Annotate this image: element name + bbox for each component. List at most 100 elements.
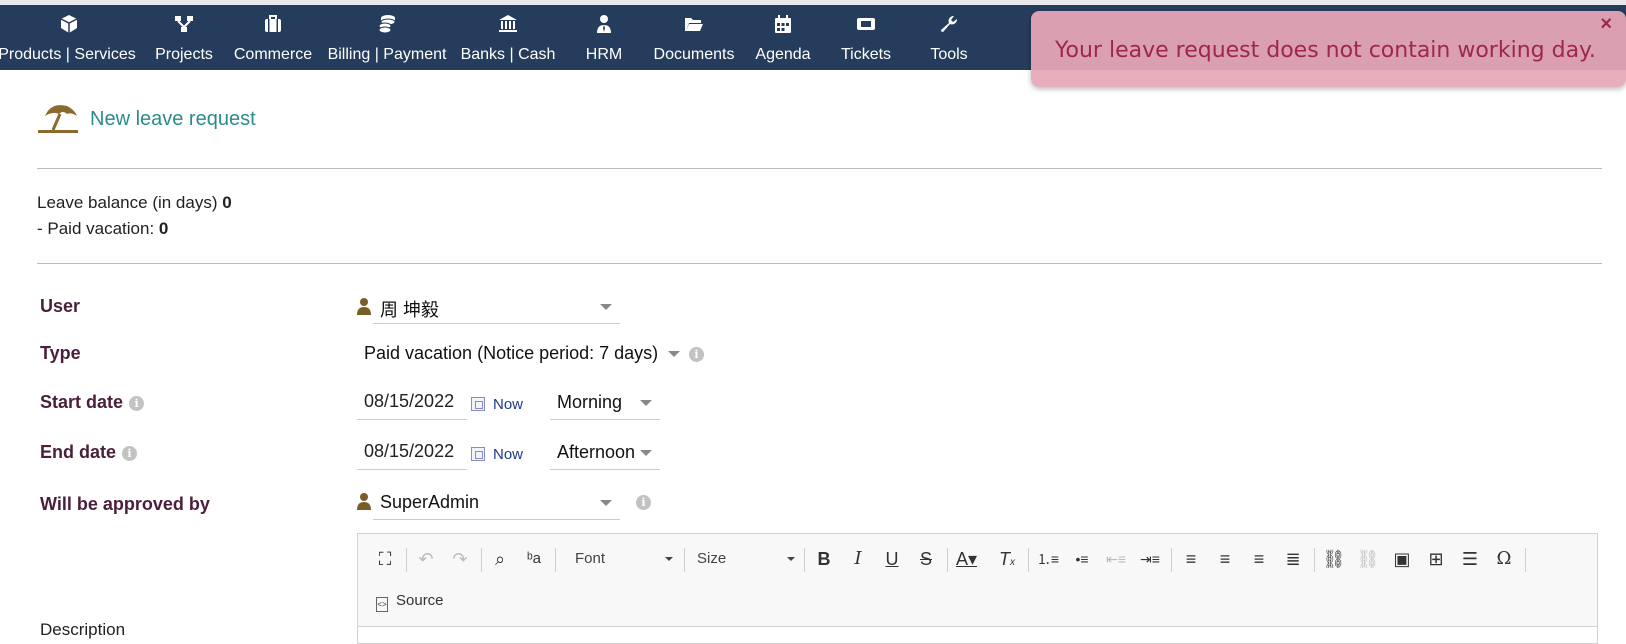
calendar-picker-icon[interactable] <box>471 397 485 411</box>
bank-icon <box>499 15 517 32</box>
nav-tools[interactable]: Tools <box>920 5 978 70</box>
start-date-label-text: Start date <box>40 392 124 412</box>
find-icon[interactable]: ⌕ <box>487 546 513 572</box>
nav-label: Commerce <box>233 46 313 63</box>
link-icon[interactable]: ⛓ <box>1321 546 1347 572</box>
source-label: Source <box>396 592 444 609</box>
info-icon: i <box>129 395 145 411</box>
replace-icon[interactable]: ᵇa <box>521 546 547 572</box>
remove-format-icon[interactable]: Tx <box>994 546 1020 572</box>
divider <box>37 168 1602 169</box>
nav-billing-payment[interactable]: Billing | Payment <box>326 5 448 70</box>
horizontal-line-icon[interactable]: ☰ <box>1457 546 1483 572</box>
balance-label: Leave balance (in days) <box>37 193 218 212</box>
align-center-icon[interactable]: ≡ <box>1212 546 1238 572</box>
start-half-select[interactable]: Morning <box>550 386 660 420</box>
underline-icon[interactable]: U <box>879 546 905 572</box>
chevron-down-icon <box>787 557 795 561</box>
end-date-input[interactable]: 08/15/2022 <box>357 436 467 470</box>
toolbar-separator <box>1525 548 1526 572</box>
font-combo-label: Font <box>575 550 606 567</box>
special-char-icon[interactable]: Ω <box>1491 546 1517 572</box>
nav-tickets[interactable]: Tickets <box>833 5 899 70</box>
table-icon[interactable]: ⊞ <box>1423 546 1449 572</box>
outdent-icon[interactable]: ⇤≡ <box>1103 546 1129 572</box>
indent-icon[interactable]: ⇥≡ <box>1137 546 1163 572</box>
redo-icon[interactable]: ↷ <box>447 546 473 572</box>
toast-close-button[interactable]: × <box>1600 13 1612 36</box>
start-date-input[interactable]: 08/15/2022 <box>357 386 467 420</box>
toolbar-separator <box>481 548 482 572</box>
type-select[interactable]: Paid vacation (Notice period: 7 days) <box>357 337 686 371</box>
start-now-link[interactable]: Now <box>493 396 523 413</box>
nav-banks-cash[interactable]: Banks | Cash <box>458 5 558 70</box>
ticket-icon <box>857 18 875 30</box>
italic-icon[interactable]: I <box>845 546 871 572</box>
wrench-icon <box>941 15 958 32</box>
chevron-down-icon <box>640 400 652 406</box>
nav-documents[interactable]: Documents <box>648 5 740 70</box>
nav-label: Banks | Cash <box>460 46 556 63</box>
coins-icon <box>378 15 396 34</box>
type-label: Type <box>40 343 81 363</box>
chevron-down-icon <box>600 500 612 506</box>
font-combo[interactable]: Font <box>575 546 673 572</box>
calendar-icon <box>775 15 791 33</box>
balance-value: 0 <box>222 193 232 212</box>
chevron-down-icon <box>668 351 680 357</box>
user-select[interactable]: 周 坤毅 <box>373 290 620 324</box>
end-now-link[interactable]: Now <box>493 446 523 463</box>
strikethrough-icon[interactable]: S <box>913 546 939 572</box>
nav-products-services[interactable]: Products | Services <box>0 5 138 70</box>
nav-commerce[interactable]: Commerce <box>229 5 317 70</box>
calendar-picker-icon[interactable] <box>471 447 485 461</box>
briefcase-icon <box>265 15 281 32</box>
numbered-list-icon[interactable]: ⒈≡ <box>1035 546 1061 572</box>
nav-label: Tools <box>930 46 968 63</box>
approver-select[interactable]: SuperAdmin <box>373 486 620 520</box>
nav-label: Tickets <box>840 46 892 63</box>
text-color-icon[interactable]: A▾ <box>956 546 990 572</box>
toolbar-separator <box>684 548 685 572</box>
end-half-select[interactable]: Afternoon <box>550 436 660 470</box>
nav-projects[interactable]: Projects <box>148 5 220 70</box>
approver-select-value: SuperAdmin <box>380 492 480 512</box>
cube-icon <box>60 15 78 33</box>
info-icon: i <box>636 495 651 510</box>
nav-label: Projects <box>155 46 213 63</box>
source-button[interactable]: <> Source <box>376 592 444 612</box>
size-combo[interactable]: Size <box>697 546 795 572</box>
beach-umbrella-icon <box>38 105 78 133</box>
image-icon[interactable]: ▣ <box>1389 546 1415 572</box>
nav-label: Products | Services <box>0 46 136 63</box>
size-combo-label: Size <box>697 550 727 567</box>
error-toast: Your leave request does not contain work… <box>1031 11 1626 87</box>
justify-icon[interactable]: ≣ <box>1280 546 1306 572</box>
bulleted-list-icon[interactable]: •≡ <box>1069 546 1095 572</box>
toolbar-separator <box>555 548 556 572</box>
description-editor: ⛶ ↶ ↷ ⌕ ᵇa Font Size B I U S A▾ Tx ⒈≡ •≡… <box>357 533 1598 644</box>
toolbar-separator <box>1028 548 1029 572</box>
align-left-icon[interactable]: ≡ <box>1178 546 1204 572</box>
toolbar-separator <box>947 548 948 572</box>
nav-label: Agenda <box>755 46 811 63</box>
nav-hrm[interactable]: HRM <box>577 5 631 70</box>
user-select-value: 周 坤毅 <box>380 300 440 320</box>
nav-agenda[interactable]: Agenda <box>752 5 814 70</box>
toolbar-separator <box>804 548 805 572</box>
paid-vacation-value: 0 <box>158 219 169 238</box>
start-half-value: Morning <box>557 392 623 412</box>
approver-label: Will be approved by <box>40 494 210 514</box>
align-right-icon[interactable]: ≡ <box>1246 546 1272 572</box>
bold-icon[interactable]: B <box>811 546 837 572</box>
end-date-label-text: End date <box>40 442 117 462</box>
editor-content-area[interactable] <box>358 626 1597 643</box>
nav-label: HRM <box>585 46 623 63</box>
paid-vacation-label: - Paid vacation: <box>37 219 155 238</box>
leave-balance: Leave balance (in days) 0 - Paid vacatio… <box>37 190 232 242</box>
source-icon: <> <box>376 597 388 612</box>
description-label: Description <box>40 620 126 639</box>
undo-icon[interactable]: ↶ <box>413 546 439 572</box>
unlink-icon[interactable]: ⛓ <box>1355 546 1381 572</box>
maximize-icon[interactable]: ⛶ <box>372 546 398 572</box>
